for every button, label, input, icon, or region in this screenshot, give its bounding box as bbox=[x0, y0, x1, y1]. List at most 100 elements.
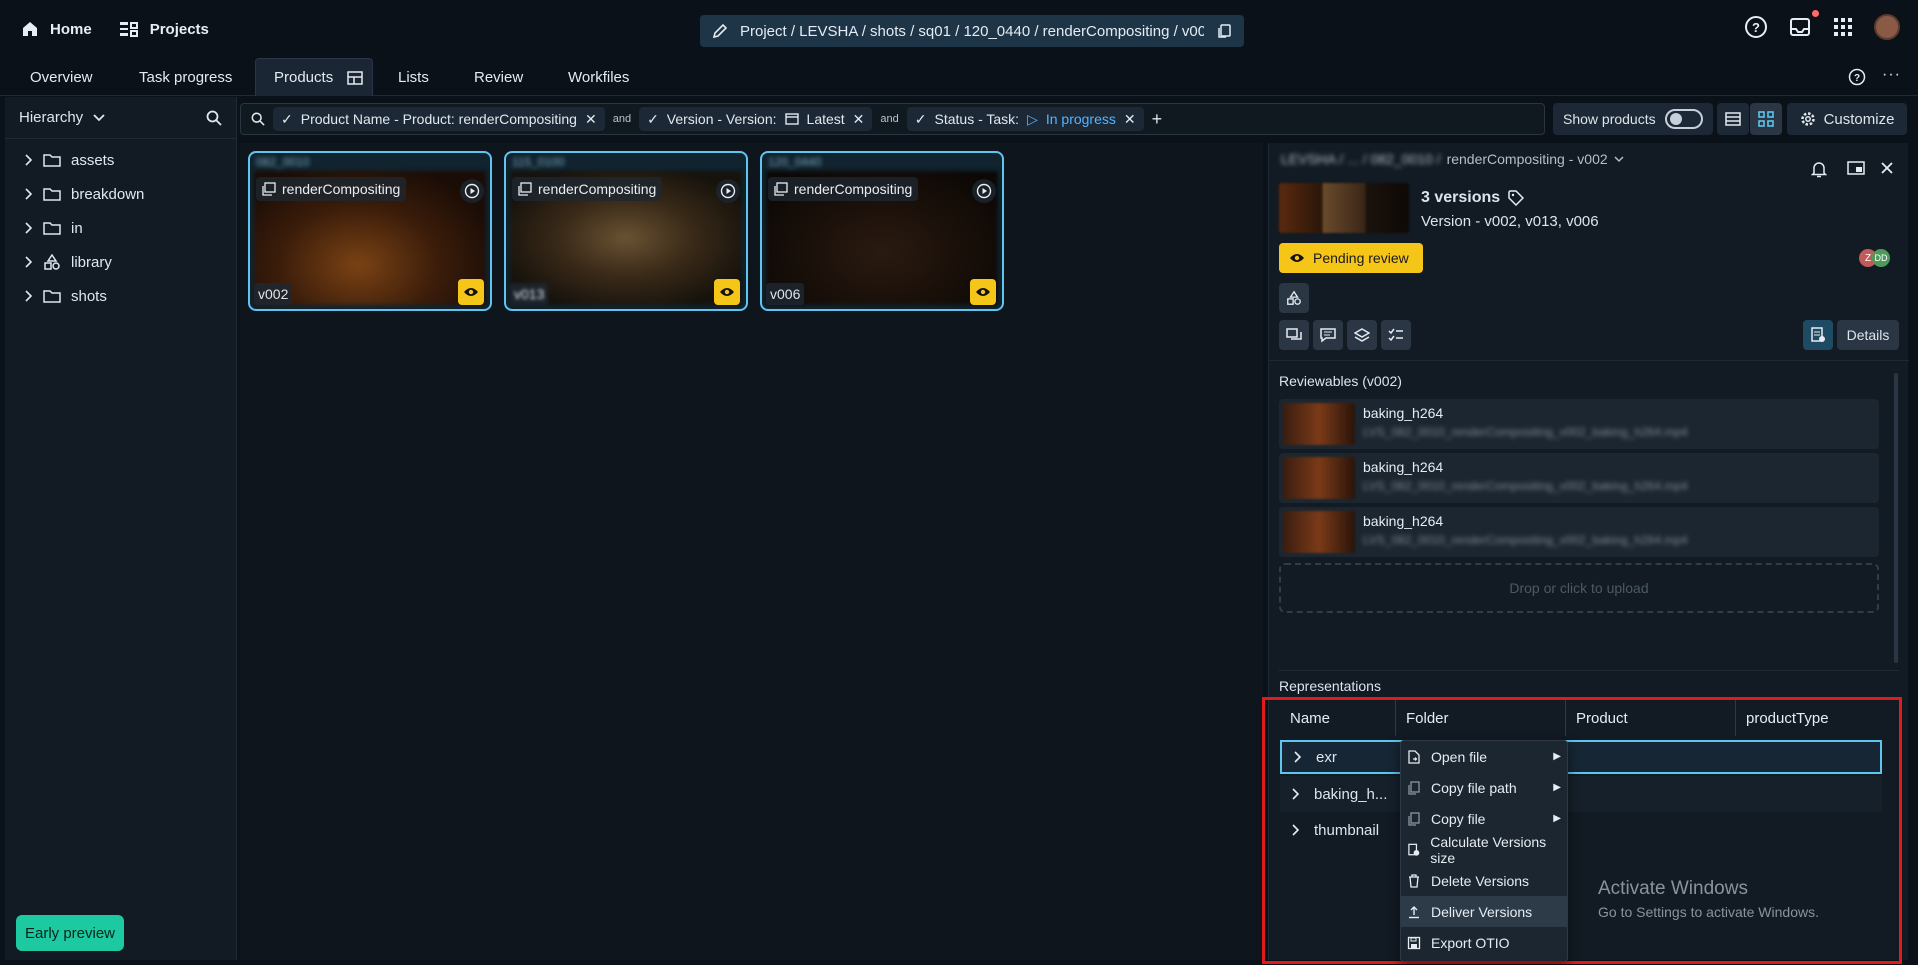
tab-workfiles[interactable]: Workfiles bbox=[568, 58, 629, 96]
tab-review[interactable]: Review bbox=[474, 58, 523, 96]
customize-button[interactable]: Customize bbox=[1787, 103, 1907, 135]
tree-item-library[interactable]: library bbox=[5, 245, 236, 279]
tab-task-progress-label: Task progress bbox=[139, 68, 233, 86]
filter-bar[interactable]: ✓ Product Name - Product: renderComposit… bbox=[240, 103, 1545, 135]
help-icon[interactable]: ? bbox=[1744, 15, 1768, 39]
inbox-icon[interactable] bbox=[1788, 15, 1812, 39]
menu-item-open-file[interactable]: Open file ▶ bbox=[1401, 741, 1567, 772]
eye-icon[interactable] bbox=[458, 279, 484, 305]
row-name: exr bbox=[1316, 748, 1337, 766]
column-header-name[interactable]: Name bbox=[1280, 700, 1396, 736]
early-preview-button[interactable]: Early preview bbox=[16, 915, 124, 951]
user-avatar[interactable] bbox=[1874, 14, 1900, 40]
chevron-right-icon[interactable] bbox=[1294, 751, 1302, 763]
grid-view-button[interactable] bbox=[1750, 103, 1782, 135]
search-icon[interactable] bbox=[251, 112, 265, 126]
close-icon[interactable]: ✕ bbox=[853, 111, 865, 128]
tab-bar: Overview Task progress Products Lists Re… bbox=[0, 58, 1918, 96]
menu-item-copy-file[interactable]: Copy file ▶ bbox=[1401, 803, 1567, 834]
chevron-right-icon[interactable] bbox=[25, 290, 33, 302]
layers-button[interactable] bbox=[1347, 320, 1377, 350]
product-card[interactable]: 120_0440 renderCompositing v006 bbox=[760, 151, 1004, 311]
panel-path: LEVSHA / ... / 082_0010 / bbox=[1281, 151, 1441, 167]
product-card[interactable]: 115_0100 renderCompositing v013 bbox=[504, 151, 748, 311]
column-header-product[interactable]: Product bbox=[1566, 700, 1736, 736]
menu-item-deliver-versions[interactable]: Deliver Versions bbox=[1401, 896, 1567, 927]
menu-item-calculate-versions-size[interactable]: Calculate Versions size bbox=[1401, 834, 1567, 866]
menu-item-delete-versions[interactable]: Delete Versions bbox=[1401, 865, 1567, 896]
tab-lists[interactable]: Lists bbox=[398, 58, 429, 96]
chevron-right-icon[interactable] bbox=[25, 222, 33, 234]
breadcrumb[interactable]: Project / LEVSHA / shots / sq01 / 120_04… bbox=[700, 15, 1244, 47]
help-icon[interactable]: ? bbox=[1848, 68, 1866, 86]
eye-icon[interactable] bbox=[970, 279, 996, 305]
chevron-right-icon[interactable] bbox=[25, 188, 33, 200]
menu-item-export-otio[interactable]: Export OTIO bbox=[1401, 927, 1567, 958]
picture-in-picture-icon[interactable] bbox=[1847, 161, 1865, 175]
top-right-icons: ? bbox=[1744, 14, 1900, 40]
tag-icon[interactable] bbox=[1508, 190, 1525, 206]
toggle-switch[interactable] bbox=[1665, 109, 1703, 129]
tree-item-shots[interactable]: shots bbox=[5, 279, 236, 313]
chevron-right-icon[interactable] bbox=[1292, 788, 1300, 800]
assignee-avatars[interactable]: Z DD bbox=[1859, 249, 1890, 267]
chevron-right-icon[interactable] bbox=[25, 256, 33, 268]
filter-chip-version[interactable]: ✓ Version - Version: Latest ✕ bbox=[639, 107, 873, 131]
filter-chip-status[interactable]: ✓ Status - Task: ▷ In progress ✕ bbox=[906, 107, 1144, 131]
activity-button[interactable] bbox=[1279, 320, 1309, 350]
close-icon[interactable]: ✕ bbox=[1124, 111, 1136, 128]
tab-task-progress[interactable]: Task progress bbox=[139, 58, 232, 96]
card-title-text: renderCompositing bbox=[538, 181, 657, 197]
details-icon-button[interactable] bbox=[1803, 320, 1833, 350]
bell-icon[interactable] bbox=[1811, 160, 1827, 178]
reviewable-item[interactable]: baking_h264 LVS_082_0010_renderCompositi… bbox=[1279, 453, 1879, 503]
filter-chip-product[interactable]: ✓ Product Name - Product: renderComposit… bbox=[273, 107, 605, 131]
column-header-folder[interactable]: Folder bbox=[1396, 700, 1566, 736]
details-button[interactable]: Details bbox=[1837, 320, 1899, 350]
reviewable-thumbnail bbox=[1283, 511, 1355, 553]
tab-overview[interactable]: Overview bbox=[30, 58, 93, 96]
scrollbar[interactable] bbox=[1894, 373, 1898, 663]
play-icon[interactable] bbox=[460, 179, 484, 203]
copy-icon[interactable] bbox=[1216, 23, 1232, 39]
tree-item-assets[interactable]: assets bbox=[5, 143, 236, 177]
comments-button[interactable] bbox=[1313, 320, 1343, 350]
show-products-toggle[interactable]: Show products bbox=[1553, 103, 1713, 135]
pencil-icon[interactable] bbox=[712, 23, 728, 39]
panel-breadcrumb[interactable]: LEVSHA / ... / 082_0010 / renderComposit… bbox=[1281, 151, 1624, 167]
reviewable-item[interactable]: baking_h264 LVS_082_0010_renderCompositi… bbox=[1279, 507, 1879, 557]
reviewable-item[interactable]: baking_h264 LVS_082_0010_renderCompositi… bbox=[1279, 399, 1879, 449]
close-icon[interactable] bbox=[1881, 162, 1893, 174]
menu-item-copy-file-path[interactable]: Copy file path ▶ bbox=[1401, 772, 1567, 803]
breadcrumb-text: Project / LEVSHA / shots / sq01 / 120_04… bbox=[740, 22, 1204, 40]
pending-review-badge[interactable]: Pending review bbox=[1279, 243, 1423, 273]
apps-grid-icon[interactable] bbox=[1832, 16, 1854, 38]
tab-products[interactable]: Products bbox=[255, 58, 373, 96]
column-header-product-type[interactable]: productType bbox=[1736, 700, 1882, 736]
search-icon[interactable] bbox=[206, 110, 222, 126]
tree-item-in[interactable]: in bbox=[5, 211, 236, 245]
home-button[interactable]: Home bbox=[20, 19, 92, 39]
checklist-button[interactable] bbox=[1381, 320, 1411, 350]
document-icon bbox=[1811, 327, 1825, 342]
add-filter-icon[interactable]: + bbox=[1152, 109, 1163, 130]
play-icon[interactable] bbox=[972, 179, 996, 203]
product-type-button[interactable] bbox=[1279, 283, 1309, 313]
table-row[interactable]: thumbnail bbox=[1280, 812, 1882, 848]
play-icon[interactable] bbox=[716, 179, 740, 203]
product-card[interactable]: 082_0010 renderCompositing v002 bbox=[248, 151, 492, 311]
table-row[interactable]: baking_h... bbox=[1280, 776, 1882, 812]
watermark-title: Activate Windows bbox=[1598, 878, 1748, 899]
more-options-icon[interactable]: ··· bbox=[1882, 66, 1901, 84]
chevron-right-icon[interactable] bbox=[25, 154, 33, 166]
eye-icon[interactable] bbox=[714, 279, 740, 305]
upload-dropzone[interactable]: Drop or click to upload bbox=[1279, 563, 1879, 613]
list-view-button[interactable] bbox=[1717, 103, 1749, 135]
close-icon[interactable]: ✕ bbox=[585, 111, 597, 128]
projects-button[interactable]: Projects bbox=[118, 19, 209, 39]
pending-review-label: Pending review bbox=[1313, 250, 1409, 266]
hierarchy-dropdown[interactable]: Hierarchy bbox=[19, 109, 105, 126]
tree-item-breakdown[interactable]: breakdown bbox=[5, 177, 236, 211]
table-row[interactable]: exr bbox=[1280, 740, 1882, 774]
chevron-right-icon[interactable] bbox=[1292, 824, 1300, 836]
